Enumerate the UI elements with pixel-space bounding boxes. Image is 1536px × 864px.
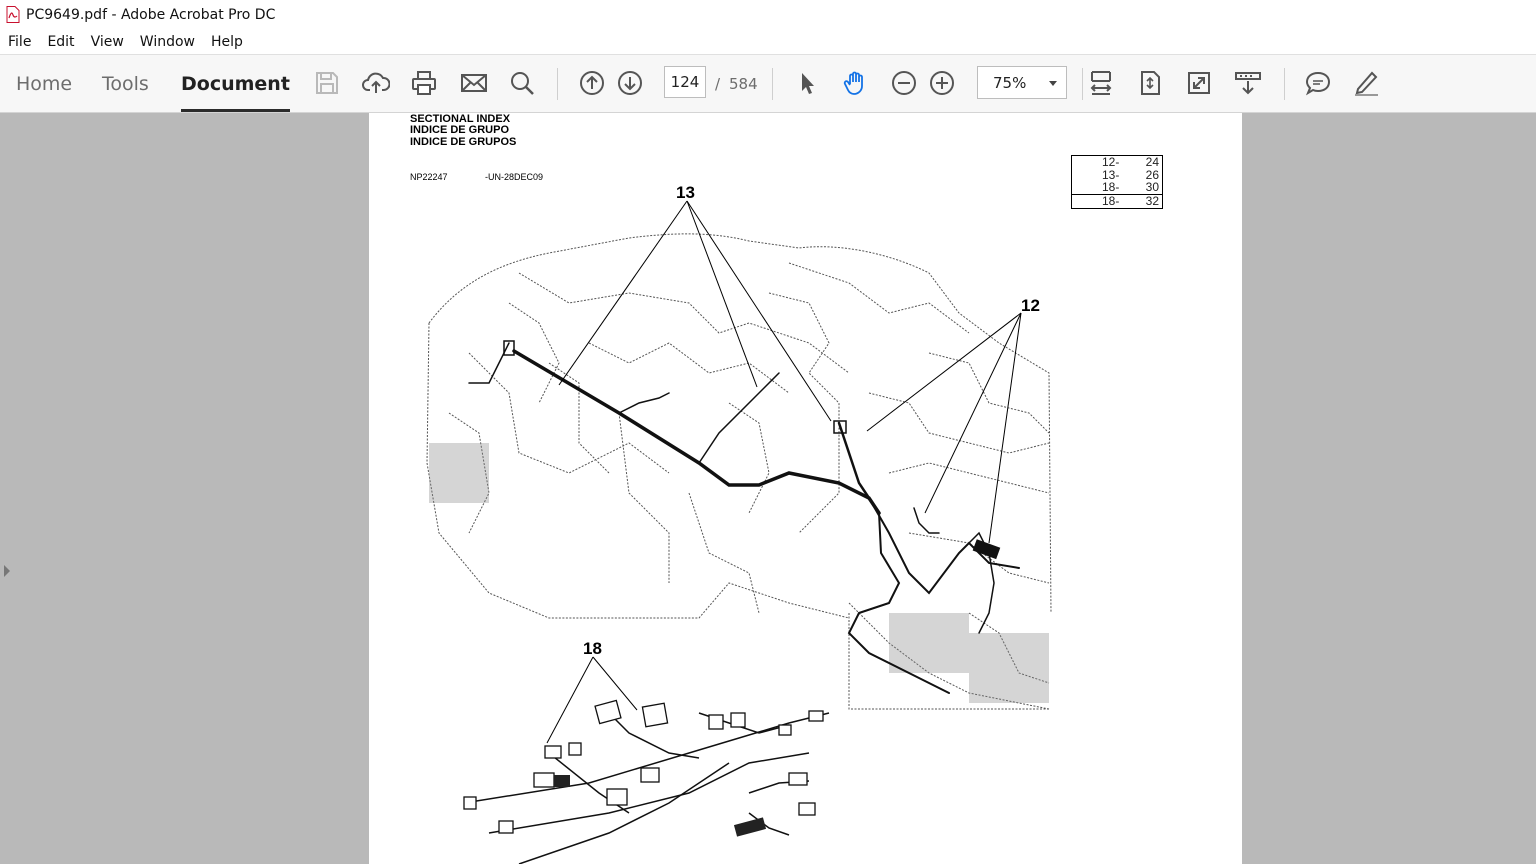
title-bar: PC9649.pdf - Adobe Acrobat Pro DC [0, 0, 1536, 29]
expand-panel-icon[interactable] [4, 565, 10, 577]
full-screen-icon[interactable] [1182, 66, 1216, 100]
callout-13: 13 [676, 183, 695, 202]
prev-page-icon[interactable] [575, 66, 609, 100]
callout-12: 12 [1021, 296, 1040, 315]
print-icon[interactable] [407, 66, 441, 100]
toolbar-separator [1082, 68, 1083, 100]
search-icon[interactable] [505, 66, 539, 100]
email-icon[interactable] [457, 66, 491, 100]
next-page-icon[interactable] [613, 66, 647, 100]
toolbar: Home Tools Document 124 / 584 75% [0, 55, 1536, 113]
upload-icon[interactable] [359, 66, 393, 100]
toolbar-separator [1284, 68, 1285, 100]
scroll-mode-icon[interactable] [1231, 66, 1265, 100]
zoom-in-icon[interactable] [925, 66, 959, 100]
document-workspace[interactable]: SECTIONAL INDEX INDICE DE GRUPO INDICE D… [0, 113, 1536, 864]
toolbar-separator [772, 68, 773, 100]
fit-width-icon[interactable] [1084, 66, 1118, 100]
save-icon[interactable] [310, 66, 344, 100]
menu-help[interactable]: Help [203, 34, 251, 50]
zoom-value: 75% [993, 74, 1027, 92]
callout-18: 18 [583, 639, 602, 658]
select-icon[interactable] [790, 66, 824, 100]
pdf-file-icon [6, 6, 20, 23]
window-title: PC9649.pdf - Adobe Acrobat Pro DC [26, 6, 276, 23]
page-total: 584 [729, 75, 758, 93]
toolbar-separator [557, 68, 558, 100]
page-number-input[interactable]: 124 [664, 66, 706, 98]
menu-view[interactable]: View [83, 34, 132, 50]
tab-document[interactable]: Document [181, 55, 290, 112]
sign-icon[interactable] [1349, 66, 1383, 100]
menu-bar: File Edit View Window Help [0, 29, 1536, 55]
tab-tools[interactable]: Tools [102, 55, 149, 112]
comment-icon[interactable] [1301, 66, 1335, 100]
zoom-out-icon[interactable] [887, 66, 921, 100]
menu-file[interactable]: File [0, 34, 39, 50]
wiring-harness-drawing [426, 200, 1052, 864]
chevron-down-icon [1049, 81, 1057, 86]
page-separator: / [715, 75, 721, 93]
menu-edit[interactable]: Edit [39, 34, 82, 50]
tab-home[interactable]: Home [16, 55, 72, 112]
document-page: SECTIONAL INDEX INDICE DE GRUPO INDICE D… [369, 113, 1242, 864]
zoom-select[interactable]: 75% [977, 66, 1067, 99]
menu-window[interactable]: Window [132, 34, 203, 50]
fit-page-icon[interactable] [1133, 66, 1167, 100]
hand-icon[interactable] [839, 66, 873, 100]
